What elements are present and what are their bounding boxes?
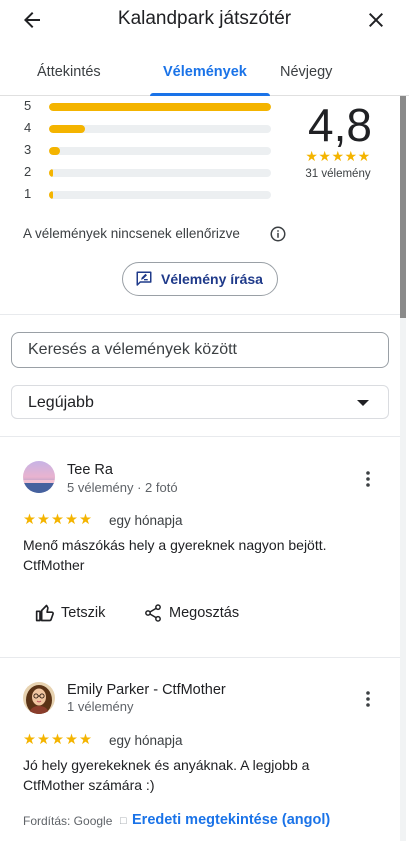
write-review-icon <box>136 271 152 286</box>
scrollbar[interactable] <box>400 96 406 841</box>
sort-selected-value: Legújabb <box>28 394 94 411</box>
close-icon <box>369 13 383 27</box>
review-text: Jó hely gyerekeknek és anyáknak. A legjo… <box>23 757 310 793</box>
review-stars-icon: ★★★★★ <box>23 732 93 748</box>
review-author[interactable]: Emily Parker - CtfMother <box>67 682 226 698</box>
rating-bar-fill <box>49 103 271 111</box>
rating-bar-2: 2 <box>24 164 284 180</box>
scrollbar-thumb[interactable] <box>400 96 406 318</box>
rating-bar-label: 2 <box>24 164 32 179</box>
rating-bar-label: 1 <box>24 186 32 201</box>
review-search <box>11 332 389 368</box>
review-text: Menő mászókás hely a gyereknek nagyon be… <box>23 537 327 573</box>
summary-stars-icon: ★★★★★ <box>305 148 371 164</box>
translation-source: Fordítás: Google <box>23 814 113 828</box>
avatar-image <box>23 682 55 714</box>
review-date: egy hónapja <box>109 733 183 748</box>
share-label: Megosztás <box>169 605 240 621</box>
review-date: egy hónapja <box>109 513 183 528</box>
review-author-meta: 1 vélemény <box>67 699 134 714</box>
share-button[interactable]: Megosztás <box>143 601 253 625</box>
review-author[interactable]: Tee Ra <box>67 462 113 478</box>
write-review-label: Vélemény írása <box>161 271 263 287</box>
avatar-image <box>23 461 55 493</box>
thumb-up-icon <box>35 604 54 622</box>
share-icon <box>145 604 161 622</box>
review-search-input[interactable] <box>13 334 387 366</box>
avatar[interactable] <box>23 682 55 714</box>
unverified-notice: A vélemények nincsenek ellenőrizve <box>23 226 240 241</box>
like-label: Tetszik <box>61 605 106 621</box>
page-title: Kalandpark játszótér <box>117 8 292 29</box>
tab-overview[interactable]: Áttekintés <box>37 64 101 80</box>
rating-bar-label: 3 <box>24 142 32 157</box>
sort-select[interactable]: Legújabb <box>11 385 389 419</box>
rating-bar-fill <box>49 147 61 155</box>
review-more-button[interactable] <box>358 469 378 489</box>
review-author-meta: 5 vélemény · 2 fotó <box>67 480 178 495</box>
rating-bar-1: 1 <box>24 186 284 202</box>
write-review-button[interactable]: Vélemény írása <box>122 262 278 296</box>
review-divider <box>0 657 400 658</box>
rating-bar-4: 4 <box>24 120 284 136</box>
rating-bar-label: 5 <box>24 98 32 113</box>
more-vert-icon <box>366 691 370 707</box>
rating-bar-fill <box>49 169 53 177</box>
rating-bar-track <box>49 169 271 177</box>
rating-bar-3: 3 <box>24 142 284 158</box>
rating-bar-label: 4 <box>24 120 32 135</box>
average-rating: 4,8 <box>308 99 372 151</box>
rating-bar-fill <box>49 125 85 133</box>
close-button[interactable] <box>364 8 388 32</box>
tab-bar: Áttekintés Vélemények Névjegy <box>0 52 409 96</box>
view-original-link[interactable]: Eredeti megtekintése (angol) <box>132 812 330 828</box>
rating-bar-track <box>49 147 271 155</box>
active-tab-indicator <box>150 93 270 96</box>
tab-reviews[interactable]: Vélemények <box>163 64 247 80</box>
avatar[interactable] <box>23 461 55 493</box>
dropdown-caret-icon <box>357 400 369 406</box>
rating-bar-fill <box>49 191 53 199</box>
review-more-button[interactable] <box>358 689 378 709</box>
info-button[interactable] <box>269 225 287 243</box>
section-divider <box>0 314 400 315</box>
rating-bar-5: 5 <box>24 98 284 114</box>
like-button[interactable]: Tetszik <box>35 601 115 625</box>
info-icon <box>270 226 286 242</box>
rating-bar-track <box>49 125 271 133</box>
translation-separator: □ <box>120 815 127 827</box>
section-divider <box>0 436 400 437</box>
header: Kalandpark játszótér <box>0 0 409 38</box>
more-vert-icon <box>366 471 370 487</box>
tab-about[interactable]: Névjegy <box>280 64 332 80</box>
rating-bar-track <box>49 191 271 199</box>
review-stars-icon: ★★★★★ <box>23 512 93 528</box>
rating-bar-track <box>49 103 271 111</box>
review-count[interactable]: 31 vélemény <box>300 168 376 180</box>
